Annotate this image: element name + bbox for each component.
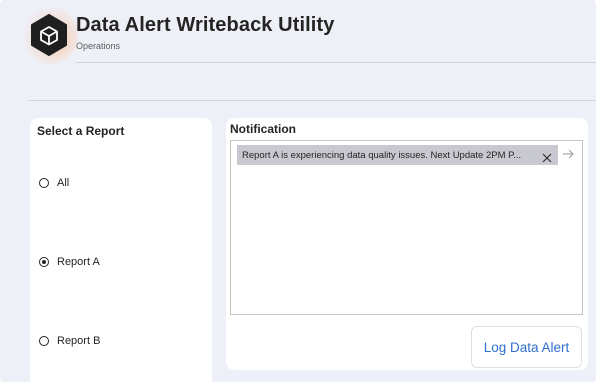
log-data-alert-button[interactable]: Log Data Alert [471,326,582,368]
header-divider [76,62,596,63]
app-title: Data Alert Writeback Utility [76,14,335,36]
section-divider [28,100,596,101]
notification-chip: Report A is experiencing data quality is… [237,145,558,165]
report-selector-title: Select a Report [37,124,125,138]
notification-title: Notification [230,122,296,136]
notification-chip-text: Report A is experiencing data quality is… [242,149,522,161]
notification-input[interactable]: Report A is experiencing data quality is… [230,140,583,315]
radio-button-selected[interactable] [39,257,49,267]
app-subtitle: Operations [76,41,121,51]
app-canvas: Data Alert Writeback Utility Operations … [0,0,596,382]
radio-label: All [57,177,70,189]
radio-label: Report A [57,256,100,268]
arrow-right-icon[interactable] [562,147,574,159]
radio-option-all[interactable]: All [39,176,69,190]
radio-option-report-a[interactable]: Report A [39,255,100,269]
cube-icon [20,6,78,64]
radio-button[interactable] [39,178,49,188]
notification-card: Notification Report A is experiencing da… [226,118,588,370]
radio-label: Report B [57,335,101,347]
radio-button[interactable] [39,336,49,346]
radio-option-report-b[interactable]: Report B [39,334,100,348]
close-icon[interactable] [542,150,552,163]
report-selector-card: Select a Report All Report A Report B [30,118,212,382]
